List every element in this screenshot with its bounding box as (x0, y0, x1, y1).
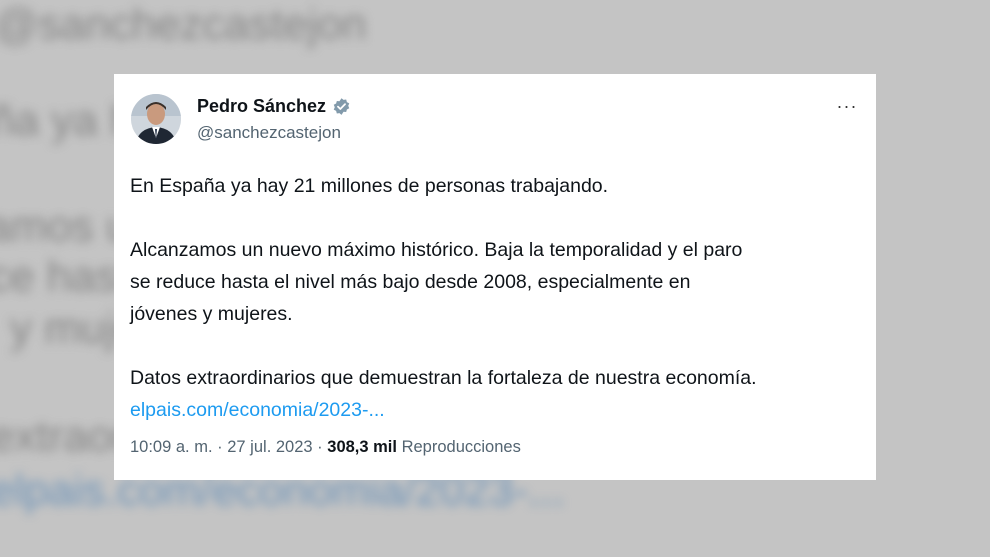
separator: · (317, 438, 323, 456)
views-label: Reproducciones (401, 438, 521, 456)
author-row: Pedro Sánchez (197, 96, 351, 117)
tweet-time[interactable]: 10:09 a. m. (130, 438, 213, 456)
tweet-text: En España ya hay 21 millones de personas… (130, 170, 865, 426)
avatar[interactable] (131, 94, 181, 144)
tweet-date[interactable]: 27 jul. 2023 (227, 438, 312, 456)
tweet-paragraph-text: Datos extraordinarios que demuestran la … (130, 367, 757, 389)
article-link[interactable]: elpais.com/economia/2023-... (130, 394, 865, 426)
tweet-paragraph: Datos extraordinarios que demuestran la … (130, 362, 865, 426)
tweet-paragraph: En España ya hay 21 millones de personas… (130, 175, 609, 197)
tweet-paragraph: Alcanzamos un nuevo máximo histórico. Ba… (130, 239, 743, 325)
avatar-photo (131, 94, 181, 144)
tweet-metadata: 10:09 a. m. · 27 jul. 2023 · 308,3 mil R… (130, 438, 521, 457)
tweet-card: Pedro Sánchez @sanchezcastejon ··· En Es… (114, 74, 876, 480)
author-handle[interactable]: @sanchezcastejon (197, 123, 341, 143)
author-name[interactable]: Pedro Sánchez (197, 96, 326, 117)
bg-text-line: @sanchezcastejon (0, 0, 367, 49)
verified-badge-icon (332, 97, 351, 116)
more-options-icon[interactable]: ··· (834, 96, 860, 116)
separator: · (217, 438, 223, 456)
views-count: 308,3 mil (327, 438, 397, 456)
